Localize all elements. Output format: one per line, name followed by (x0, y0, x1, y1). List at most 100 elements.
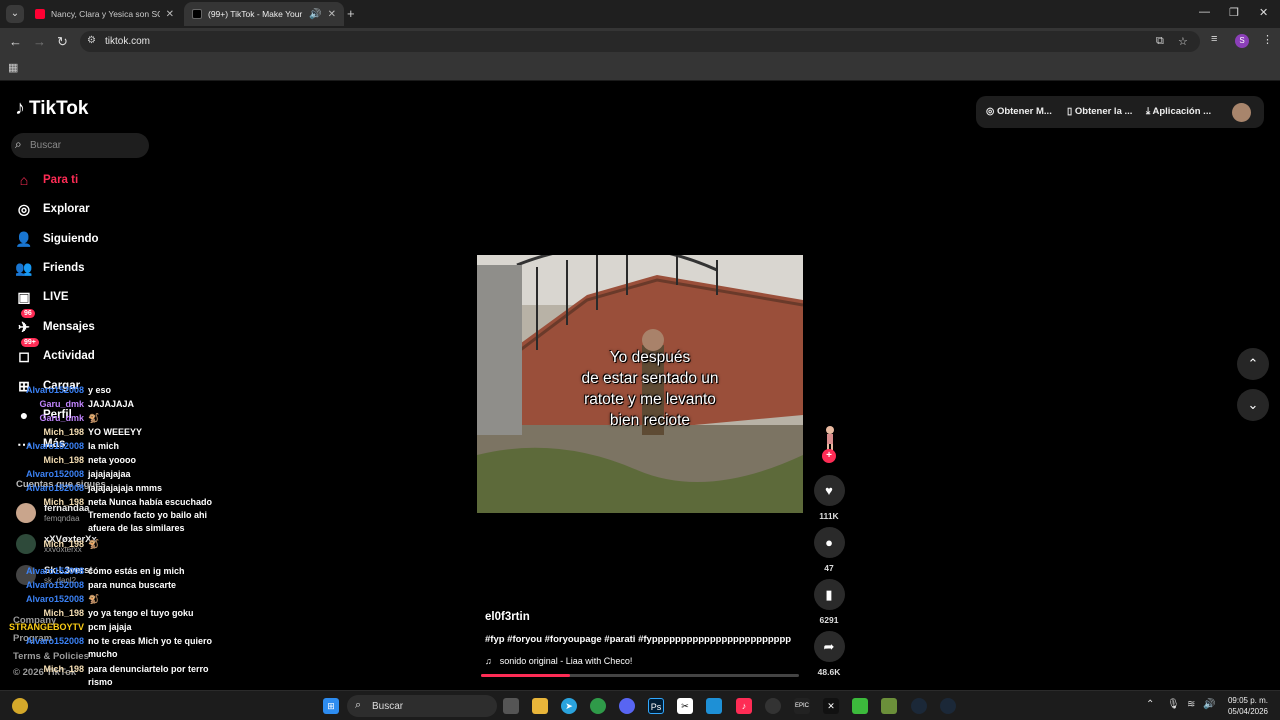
sidebar-item-siguiendo[interactable]: 👤 Siguiendo (15, 229, 98, 249)
browser-tab-1[interactable]: Nancy, Clara y Yesica son SOSPE ✕ (27, 2, 182, 26)
audio-icon[interactable]: 🔊 (309, 9, 321, 20)
video-author[interactable]: el0f3rtin (485, 611, 530, 623)
url-text[interactable]: tiktok.com (105, 36, 150, 47)
sidebar-item-para-ti[interactable]: ⌂ Para ti (15, 170, 78, 190)
minecraft-launcher-icon[interactable] (881, 698, 897, 714)
following-account[interactable]: fernandaa femqndaa (16, 503, 89, 523)
video-sound[interactable]: ♫ sonido original - Liaa with Checo! (485, 656, 632, 666)
volume-icon[interactable]: 🔊 (1203, 699, 1215, 710)
discord-icon[interactable] (619, 698, 635, 714)
epic-games-icon[interactable]: EPIC (794, 698, 810, 714)
steam-icon-2[interactable] (940, 698, 956, 714)
get-app-button[interactable]: ▯ Obtener la ... (1067, 106, 1132, 117)
footer-link[interactable]: Terms & Policies (13, 651, 89, 662)
heart-icon[interactable]: ♥ (813, 475, 845, 506)
comments-count: 47 (824, 563, 834, 573)
profile-icon: ● (19, 407, 29, 423)
sidebar-item-label: Friends (43, 262, 85, 274)
tab-close-icon[interactable]: ✕ (166, 9, 174, 20)
reload-button[interactable]: ↻ (57, 34, 68, 50)
capcut-icon[interactable]: ✂ (677, 698, 693, 714)
task-view-icon[interactable] (503, 698, 519, 714)
comment-icon[interactable]: ● (813, 527, 845, 558)
install-app-icon[interactable]: ⧉ (1156, 35, 1164, 48)
weather-icon[interactable] (12, 698, 28, 714)
avatar (16, 534, 36, 554)
start-button-icon[interactable]: ⊞ (323, 698, 339, 714)
download-app-button[interactable]: ⤓ Aplicación ... (1146, 106, 1211, 117)
telegram-icon[interactable]: ➤ (561, 698, 577, 714)
sidebar-item-friends[interactable]: 👥 Friends (15, 258, 85, 278)
get-coins-button[interactable]: ◎ Obtener M... (986, 106, 1052, 117)
following-account[interactable]: Sk-L3verst sk_danl2 (16, 565, 93, 585)
sidebar-item-cargar[interactable]: ⊞ Cargar (15, 376, 80, 396)
sidebar-item-actividad[interactable]: ◻ Actividad 99+ (15, 338, 95, 366)
restore-button[interactable]: ❐ (1229, 6, 1239, 19)
tab-search-menu[interactable]: ⌄ (6, 5, 24, 23)
taskbar-search[interactable]: ⌕ Buscar (347, 695, 497, 717)
clock-date: 05/04/2026 (1227, 707, 1268, 716)
activity-icon: ◻ (18, 347, 30, 364)
top-actions-bar: ◎ Obtener M... ▯ Obtener la ... ⤓ Aplica… (976, 96, 1264, 128)
tiktok-logo[interactable]: ♪ TikTok (15, 97, 88, 120)
video-hashtags[interactable]: #fyp #foryou #foryoupage #parati #fypppp… (485, 634, 795, 645)
close-window-button[interactable]: ✕ (1259, 6, 1268, 19)
apps-grid-icon[interactable]: ▦ (8, 61, 18, 74)
account-name: fernandaa (44, 503, 90, 514)
bookmark-icon[interactable]: ▮ (813, 579, 845, 610)
following-account[interactable]: xXVøxterXx xxvoxterxx (16, 534, 97, 554)
forward-button[interactable]: → (33, 34, 46, 49)
tab-title: (99+) TikTok - Make Your Day (208, 9, 303, 19)
tiktok-app-icon[interactable]: ♪ (736, 698, 752, 714)
bookmarks-bar: ▦ (0, 55, 1280, 81)
chat-text: JAJAJAJA (88, 399, 135, 409)
bookmark-star-icon[interactable]: ☆ (1178, 35, 1188, 48)
app-x-icon[interactable]: ✕ (823, 698, 839, 714)
share-action[interactable]: ➦ 48.6K (813, 631, 845, 677)
chrome-icon[interactable] (590, 698, 606, 714)
search-input[interactable]: ⌕ Buscar (11, 133, 149, 158)
menu-dots-icon[interactable]: ⋮ (1262, 33, 1273, 46)
sidebar-item-mensajes[interactable]: ✈ Mensajes 96 (15, 309, 95, 337)
steam-icon[interactable] (911, 698, 927, 714)
sidebar-item-perfil[interactable]: ● Perfil (15, 405, 72, 425)
video-progress-bar[interactable] (481, 674, 799, 677)
tiktok-favicon-icon (192, 9, 202, 19)
footer-link[interactable]: Company (13, 615, 56, 626)
avatar (16, 503, 36, 523)
sidebar-item-m-s[interactable]: ⋯ Más (15, 434, 65, 454)
comment-action[interactable]: ● 47 (813, 527, 845, 573)
follow-plus-button[interactable]: + (822, 449, 836, 463)
reading-list-icon[interactable]: ≡ (1211, 33, 1217, 45)
avatar (16, 565, 36, 585)
new-tab-button[interactable]: + (347, 6, 355, 21)
obs-icon[interactable] (765, 698, 781, 714)
browser-tab-2[interactable]: (99+) TikTok - Make Your Day 🔊 ✕ (184, 2, 344, 26)
sidebar-item-live[interactable]: ▣ LIVE (15, 287, 68, 307)
previous-video-button[interactable]: ⌃ (1237, 348, 1269, 380)
chat-text: no te creas Mich yo te quiero mucho (88, 636, 213, 659)
file-explorer-icon[interactable] (532, 698, 548, 714)
back-button[interactable]: ← (9, 34, 22, 49)
site-info-icon[interactable]: ⚙ (87, 35, 96, 46)
app-icon[interactable] (706, 698, 722, 714)
taskbar-clock[interactable]: 09:05 p. m. 05/04/2026 (1222, 695, 1268, 717)
profile-avatar[interactable]: S (1235, 34, 1249, 48)
minimize-button[interactable]: — (1199, 6, 1210, 18)
tray-chevron-icon[interactable]: ⌃ (1146, 699, 1154, 710)
creator-avatar[interactable] (822, 425, 838, 451)
share-icon[interactable]: ➦ (813, 631, 845, 662)
photoshop-icon[interactable]: Ps (648, 698, 664, 714)
sidebar-item-explorar[interactable]: ◎ Explorar (15, 199, 90, 219)
address-bar[interactable]: ⚙ tiktok.com ⧉ ☆ (80, 31, 1200, 52)
footer-link[interactable]: Program (13, 633, 52, 644)
minecraft-icon[interactable] (852, 698, 868, 714)
next-video-button[interactable]: ⌄ (1237, 389, 1269, 421)
like-action[interactable]: ♥ 111K (813, 475, 845, 521)
save-action[interactable]: ▮ 6291 (813, 579, 845, 625)
user-avatar[interactable] (1232, 103, 1251, 122)
microphone-icon[interactable]: 🎙 (1167, 699, 1180, 710)
chat-text: 🐒 (88, 594, 100, 604)
wifi-icon[interactable]: ≋ (1187, 699, 1195, 710)
tab-close-icon[interactable]: ✕ (328, 9, 336, 20)
